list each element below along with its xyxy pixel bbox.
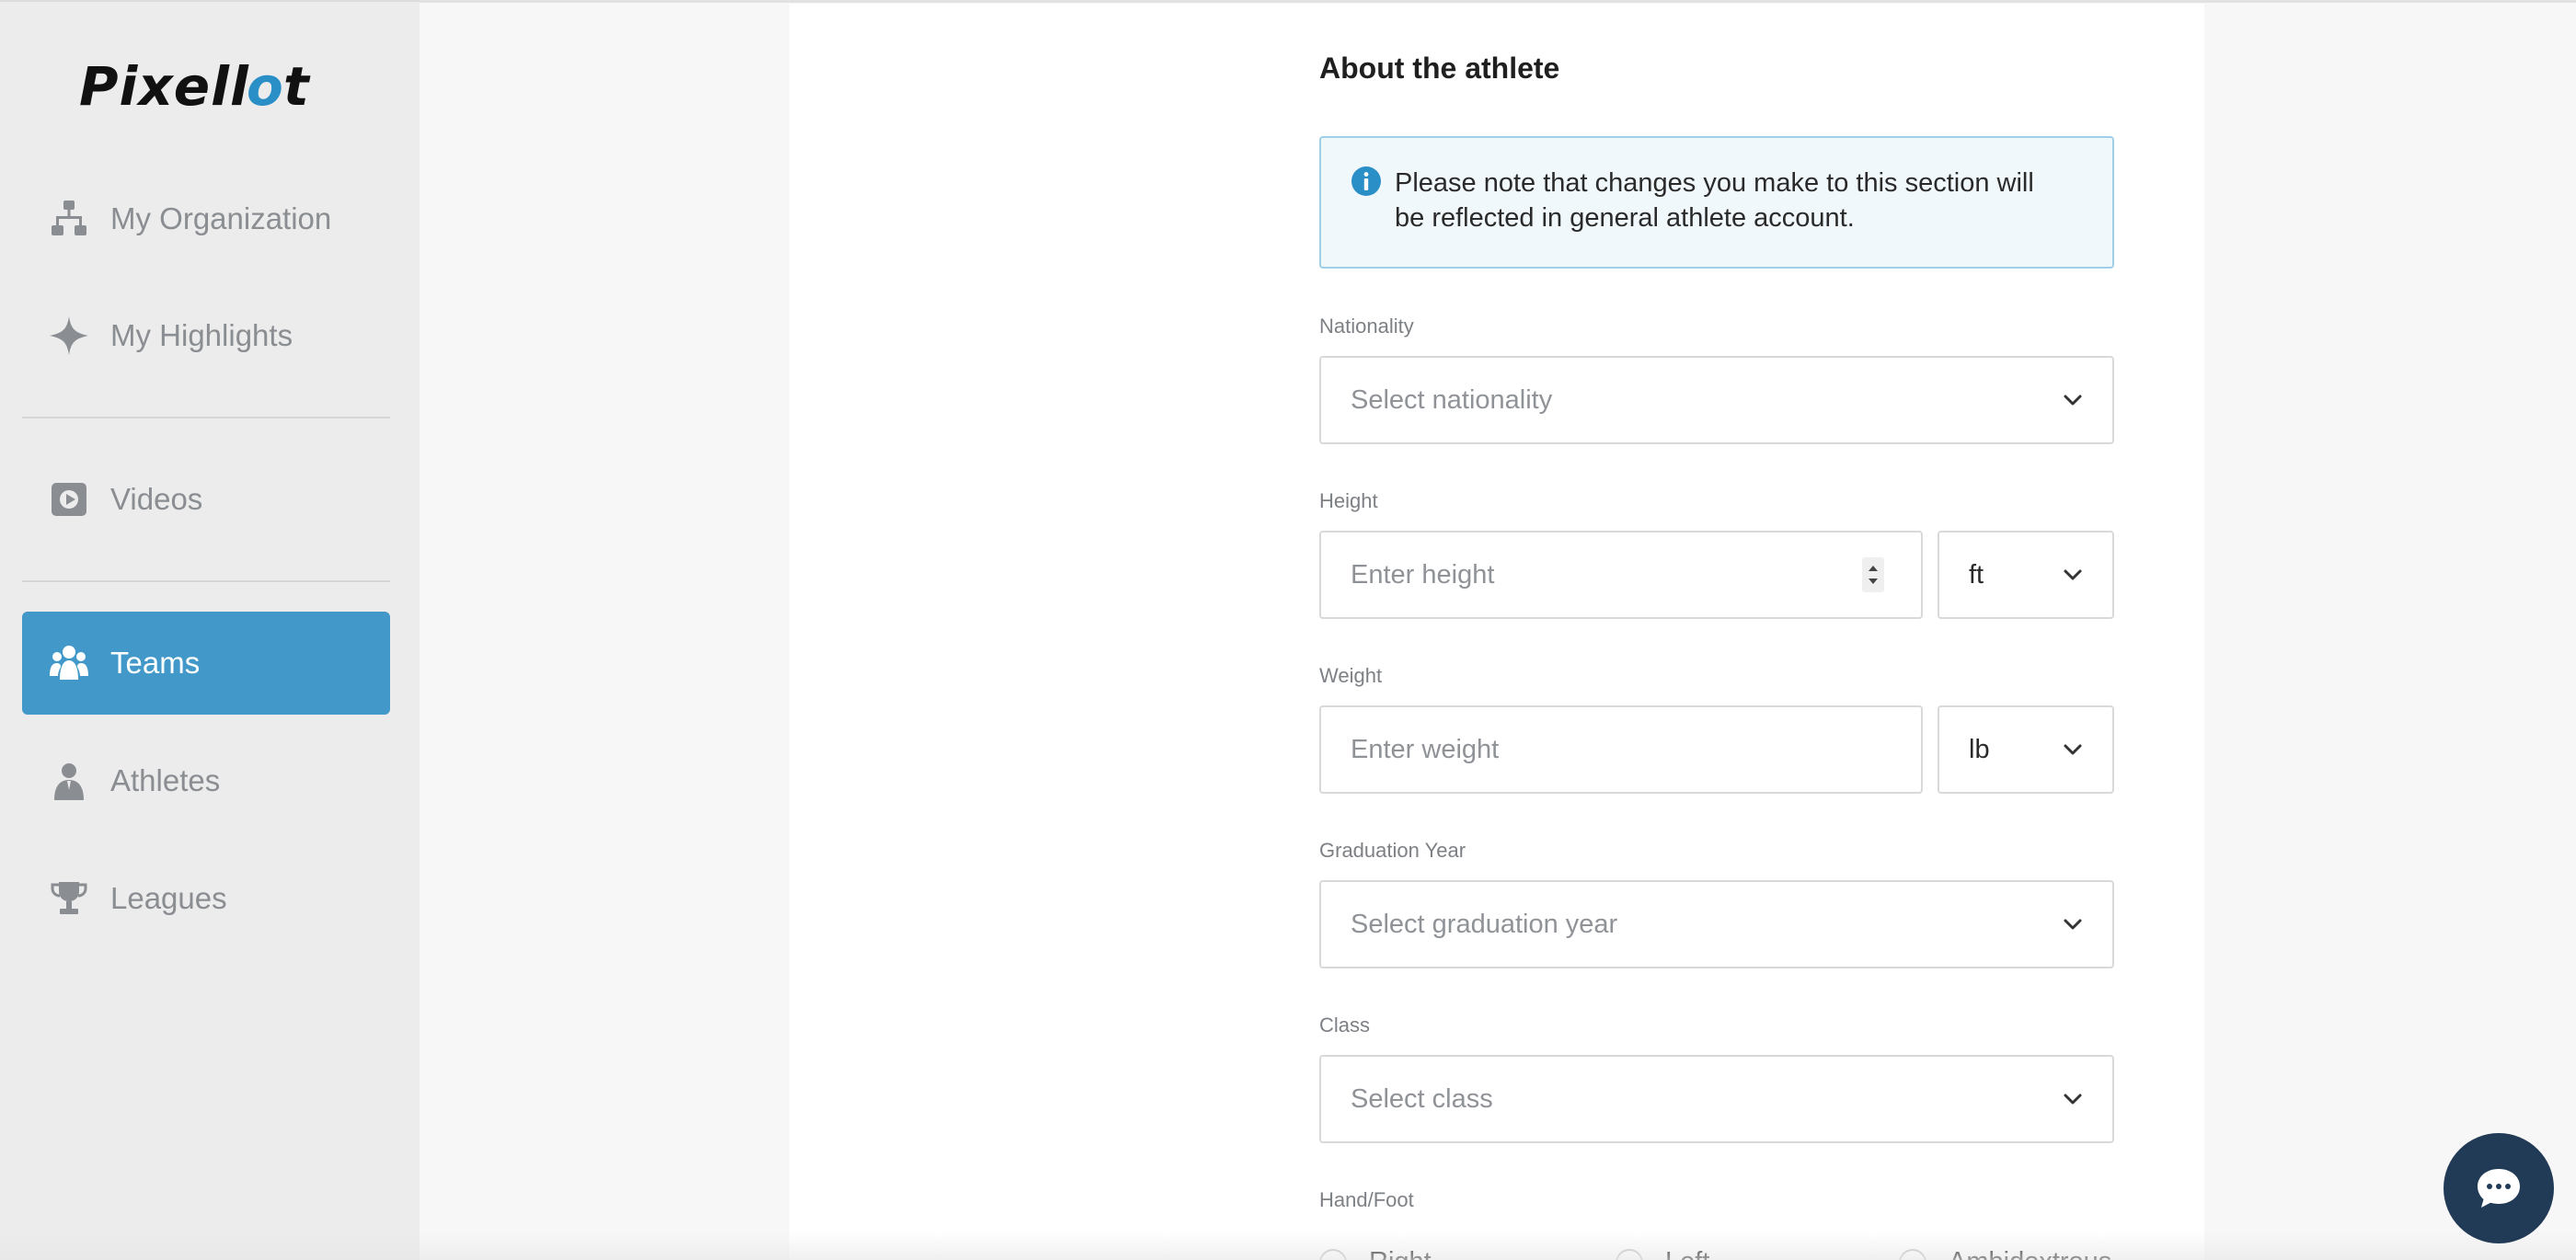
weight-unit-select[interactable]: lb xyxy=(1938,705,2114,794)
sidebar-item-my-organization[interactable]: My Organization xyxy=(22,167,390,270)
sparkle-icon xyxy=(46,313,92,359)
svg-text:Pixell: Pixell xyxy=(79,55,249,118)
sidebar-divider xyxy=(22,417,390,418)
org-chart-icon xyxy=(46,196,92,242)
team-icon xyxy=(46,640,92,686)
radio-circle xyxy=(1319,1248,1347,1260)
sidebar-item-label: Teams xyxy=(110,646,201,680)
class-label: Class xyxy=(1319,1014,1371,1037)
weight-input[interactable]: Enter weight xyxy=(1319,705,1923,794)
nationality-label: Nationality xyxy=(1319,315,1414,338)
graduation-year-label: Graduation Year xyxy=(1319,839,1466,862)
chevron-down-icon xyxy=(2064,919,2082,930)
sidebar: Pixell o t My Organization My Highlights… xyxy=(0,0,420,1260)
sidebar-item-my-highlights[interactable]: My Highlights xyxy=(22,284,390,387)
radio-circle xyxy=(1899,1248,1926,1260)
nationality-placeholder: Select nationality xyxy=(1351,384,1553,415)
svg-text:o: o xyxy=(247,55,283,118)
height-label: Height xyxy=(1319,489,1378,512)
hand-foot-label: Hand/Foot xyxy=(1319,1188,1414,1211)
height-unit-value: ft xyxy=(1969,559,1984,590)
sidebar-item-athletes[interactable]: Athletes xyxy=(22,729,390,832)
chat-button[interactable] xyxy=(2444,1133,2554,1243)
chevron-down-icon xyxy=(2064,569,2082,580)
weight-unit-value: lb xyxy=(1969,734,1990,764)
chevron-down-icon xyxy=(2064,395,2082,406)
info-icon xyxy=(1351,166,1381,196)
sidebar-item-label: Videos xyxy=(110,482,203,516)
chevron-down-icon xyxy=(2064,1094,2082,1105)
radio-label: Ambidextrous xyxy=(1949,1247,2111,1260)
number-spinner[interactable] xyxy=(1862,557,1884,592)
athlete-icon xyxy=(46,758,92,804)
sidebar-item-videos[interactable]: Videos xyxy=(22,448,390,551)
radio-label: Right xyxy=(1369,1247,1432,1260)
section-title: About the athlete xyxy=(1319,52,1560,85)
radio-left[interactable]: Left xyxy=(1616,1247,1709,1260)
sidebar-item-leagues[interactable]: Leagues xyxy=(22,847,390,950)
chat-bubble-icon xyxy=(2478,1169,2520,1208)
sidebar-item-label: My Highlights xyxy=(110,318,293,352)
graduation-year-placeholder: Select graduation year xyxy=(1351,909,1618,939)
nationality-select[interactable]: Select nationality xyxy=(1319,356,2114,444)
radio-circle xyxy=(1616,1248,1643,1260)
sidebar-item-label: Athletes xyxy=(110,763,221,797)
info-notice-text: Please note that changes you make to thi… xyxy=(1395,168,2034,233)
sidebar-item-teams[interactable]: Teams xyxy=(22,612,390,715)
spinner-arrows-icon xyxy=(1869,566,1878,584)
weight-label: Weight xyxy=(1319,664,1383,687)
class-select[interactable]: Select class xyxy=(1319,1055,2114,1143)
height-unit-select[interactable]: ft xyxy=(1938,531,2114,619)
radio-label: Left xyxy=(1665,1247,1709,1260)
sidebar-divider xyxy=(22,580,390,582)
radio-ambidextrous[interactable]: Ambidextrous xyxy=(1899,1247,2111,1260)
info-notice: Please note that changes you make to thi… xyxy=(1319,136,2114,269)
svg-text:t: t xyxy=(283,55,311,118)
trophy-icon xyxy=(46,876,92,922)
graduation-year-select[interactable]: Select graduation year xyxy=(1319,880,2114,968)
top-border xyxy=(420,0,2576,3)
height-placeholder: Enter height xyxy=(1351,559,1495,590)
sidebar-item-label: Leagues xyxy=(110,881,227,915)
sidebar-item-label: My Organization xyxy=(110,201,332,235)
pixellot-logo[interactable]: Pixell o t xyxy=(75,53,335,120)
hand-foot-radio-group: Right Left Ambidextrous xyxy=(1319,1247,2114,1260)
video-play-icon xyxy=(46,476,92,522)
class-placeholder: Select class xyxy=(1351,1083,1493,1114)
radio-right[interactable]: Right xyxy=(1319,1247,1432,1260)
weight-placeholder: Enter weight xyxy=(1351,734,1500,764)
height-input[interactable]: Enter height xyxy=(1319,531,1923,619)
chevron-down-icon xyxy=(2064,744,2082,755)
